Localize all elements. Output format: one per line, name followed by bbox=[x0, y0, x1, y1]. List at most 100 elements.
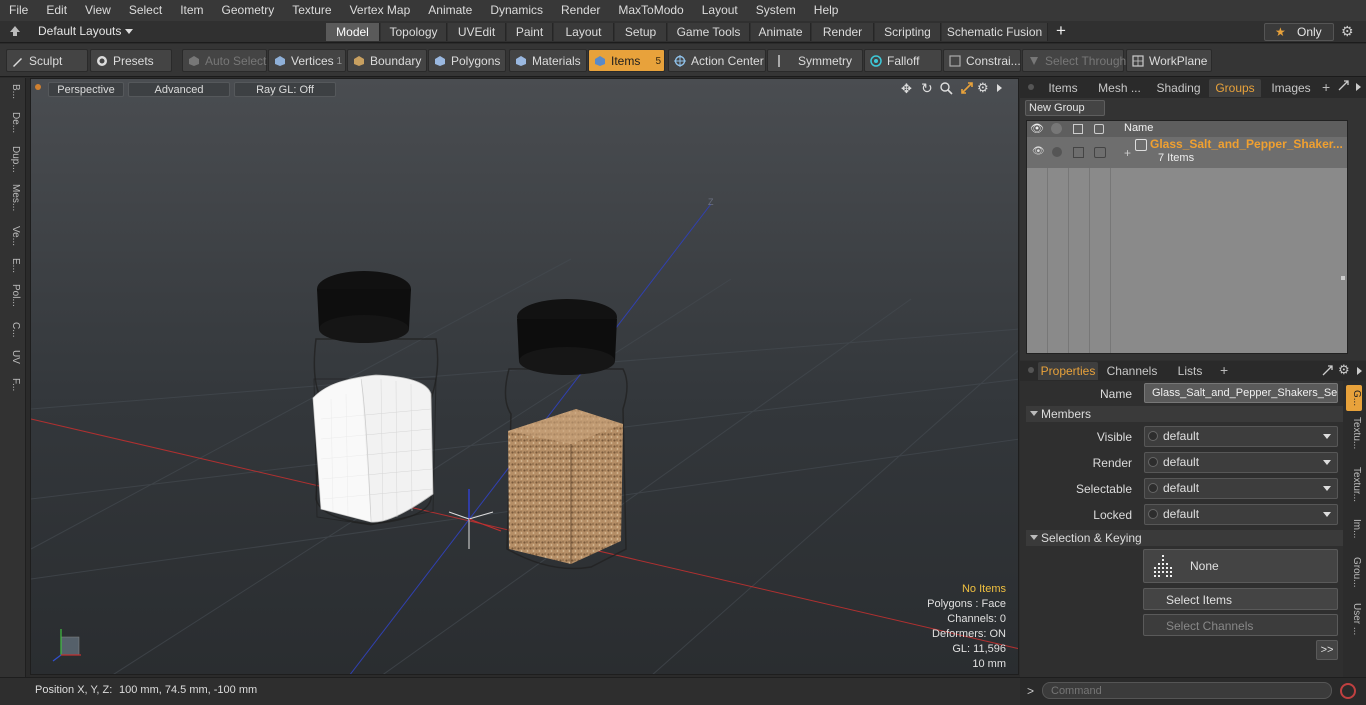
select-header-icon[interactable] bbox=[1094, 124, 1104, 134]
render-dropdown[interactable]: default bbox=[1144, 452, 1338, 473]
side-tab-groups[interactable]: Grou... bbox=[1346, 557, 1362, 588]
left-tab-2[interactable]: De... bbox=[5, 112, 21, 133]
menu-item[interactable]: Item bbox=[171, 0, 212, 21]
eye-header-icon[interactable]: 👁 bbox=[1030, 122, 1044, 135]
left-tab-5[interactable]: Ve... bbox=[5, 226, 21, 246]
select-toggle-icon[interactable] bbox=[1094, 147, 1106, 158]
left-tab-4[interactable]: Mes... bbox=[5, 184, 21, 211]
left-tab-6[interactable]: E... bbox=[5, 258, 21, 273]
3d-viewport[interactable]: Z Perspective Advanced Ray GL: Off ✥ ↻ ⚙… bbox=[30, 78, 1019, 675]
group-name[interactable]: Glass_Salt_and_Pepper_Shaker... bbox=[1150, 137, 1343, 151]
menu-render[interactable]: Render bbox=[552, 0, 609, 21]
add-tab-icon[interactable]: + bbox=[1056, 22, 1066, 40]
members-section-header[interactable]: Members bbox=[1026, 406, 1358, 422]
scroll-indicator[interactable] bbox=[1341, 276, 1345, 280]
name-field[interactable]: Glass_Salt_and_Pepper_Shakers_Set bbox=[1144, 383, 1338, 403]
zoom-icon[interactable] bbox=[939, 81, 953, 95]
side-tab-user[interactable]: User ... bbox=[1346, 603, 1362, 635]
left-tab-1[interactable]: B... bbox=[5, 84, 21, 99]
lock-header-icon[interactable] bbox=[1073, 124, 1083, 134]
tab-layout[interactable]: Layout bbox=[554, 23, 614, 41]
boundary-button[interactable]: Boundary bbox=[347, 49, 427, 72]
menu-maxtomodo[interactable]: MaxToModo bbox=[609, 0, 692, 21]
render-toggle-icon[interactable] bbox=[1052, 147, 1062, 157]
side-tab-group[interactable]: G... bbox=[1346, 385, 1362, 411]
menu-system[interactable]: System bbox=[747, 0, 805, 21]
tab-game-tools[interactable]: Game Tools bbox=[668, 23, 750, 41]
tab-model[interactable]: Model bbox=[326, 23, 380, 41]
left-tab-10[interactable]: F... bbox=[5, 378, 21, 391]
select-through-button[interactable]: Select Through bbox=[1022, 49, 1126, 72]
more-button[interactable]: >> bbox=[1316, 640, 1338, 660]
left-tab-7[interactable]: Pol... bbox=[5, 284, 21, 307]
group-list[interactable]: 👁 Name 👁 + Glass_Salt_and_Pepper_Shaker.… bbox=[1026, 120, 1348, 354]
left-tab-8[interactable]: C... bbox=[5, 322, 21, 338]
tab-uvedit[interactable]: UVEdit bbox=[448, 23, 506, 41]
workplane-button[interactable]: WorkPlane bbox=[1126, 49, 1212, 72]
viewport-expand-icon[interactable] bbox=[997, 84, 1002, 92]
presets-button[interactable]: Presets bbox=[90, 49, 172, 72]
fit-icon[interactable] bbox=[960, 81, 974, 95]
menu-vertex-map[interactable]: Vertex Map bbox=[341, 0, 420, 21]
record-icon[interactable] bbox=[1340, 683, 1356, 699]
falloff-button[interactable]: Falloff bbox=[864, 49, 942, 72]
menu-layout[interactable]: Layout bbox=[693, 0, 747, 21]
tab-schematic-fusion[interactable]: Schematic Fusion bbox=[942, 23, 1048, 41]
add-properties-tab-icon[interactable]: + bbox=[1220, 362, 1228, 378]
materials-button[interactable]: Materials bbox=[509, 49, 587, 72]
tab-mesh[interactable]: Mesh ... bbox=[1092, 79, 1147, 97]
tab-setup[interactable]: Setup bbox=[615, 23, 667, 41]
tab-items[interactable]: Items bbox=[1038, 79, 1088, 97]
tab-scripting[interactable]: Scripting bbox=[875, 23, 941, 41]
menu-animate[interactable]: Animate bbox=[419, 0, 481, 21]
maximize-icon[interactable] bbox=[1338, 80, 1349, 91]
view-mode-button[interactable]: Perspective bbox=[48, 82, 124, 97]
properties-gear-icon[interactable]: ⚙ bbox=[1338, 362, 1350, 378]
selectable-dropdown[interactable]: default bbox=[1144, 478, 1338, 499]
panel-menu-dot-icon[interactable] bbox=[1028, 84, 1034, 90]
locked-dropdown[interactable]: default bbox=[1144, 504, 1338, 525]
command-input[interactable] bbox=[1042, 682, 1332, 699]
side-tab-textures[interactable]: Textur... bbox=[1346, 467, 1362, 502]
select-items-button[interactable]: Select Items bbox=[1143, 588, 1338, 610]
only-toggle[interactable]: ★ Only bbox=[1264, 23, 1334, 41]
tab-render[interactable]: Render bbox=[812, 23, 874, 41]
tab-images[interactable]: Images bbox=[1266, 79, 1316, 97]
tab-groups[interactable]: Groups bbox=[1209, 79, 1261, 97]
pepper-shaker[interactable] bbox=[504, 299, 628, 570]
properties-expand-icon[interactable] bbox=[1357, 367, 1362, 375]
tab-animate[interactable]: Animate bbox=[751, 23, 811, 41]
layout-selector[interactable]: Default Layouts bbox=[38, 24, 133, 38]
gear-icon[interactable]: ⚙ bbox=[1341, 23, 1354, 40]
tab-shading[interactable]: Shading bbox=[1151, 79, 1206, 97]
viewport-gear-icon[interactable]: ⚙ bbox=[977, 80, 989, 96]
pan-icon[interactable]: ✥ bbox=[901, 81, 912, 97]
tab-lists[interactable]: Lists bbox=[1166, 362, 1214, 380]
menu-geometry[interactable]: Geometry bbox=[213, 0, 284, 21]
properties-menu-dot-icon[interactable] bbox=[1028, 367, 1034, 373]
render-header-icon[interactable] bbox=[1051, 123, 1062, 134]
sculpt-button[interactable]: Sculpt bbox=[6, 49, 88, 72]
new-group-button[interactable]: New Group bbox=[1025, 100, 1105, 116]
menu-dynamics[interactable]: Dynamics bbox=[481, 0, 552, 21]
tab-properties[interactable]: Properties bbox=[1038, 362, 1098, 380]
menu-texture[interactable]: Texture bbox=[283, 0, 340, 21]
vertices-button[interactable]: Vertices 1 bbox=[268, 49, 346, 72]
select-channels-button[interactable]: Select Channels bbox=[1143, 614, 1338, 636]
add-panel-tab-icon[interactable]: + bbox=[1322, 79, 1330, 95]
left-tab-9[interactable]: UV bbox=[5, 350, 21, 364]
lock-toggle-icon[interactable] bbox=[1073, 147, 1084, 158]
panel-expand-icon[interactable] bbox=[1356, 83, 1361, 91]
salt-shaker[interactable] bbox=[312, 271, 439, 526]
symmetry-button[interactable]: Symmetry bbox=[767, 49, 863, 72]
menu-view[interactable]: View bbox=[76, 0, 120, 21]
side-tab-images[interactable]: Im... bbox=[1346, 519, 1362, 538]
group-row[interactable]: 👁 + Glass_Salt_and_Pepper_Shaker... 7 It… bbox=[1027, 137, 1347, 168]
expand-plus-icon[interactable]: + bbox=[1124, 146, 1131, 160]
constraints-button[interactable]: Constrai... bbox=[943, 49, 1021, 72]
tab-channels[interactable]: Channels bbox=[1102, 362, 1162, 380]
shading-mode-button[interactable]: Advanced bbox=[128, 82, 230, 97]
menu-edit[interactable]: Edit bbox=[37, 0, 76, 21]
polygons-button[interactable]: Polygons bbox=[428, 49, 506, 72]
side-tab-texture[interactable]: Textu... bbox=[1346, 417, 1362, 449]
